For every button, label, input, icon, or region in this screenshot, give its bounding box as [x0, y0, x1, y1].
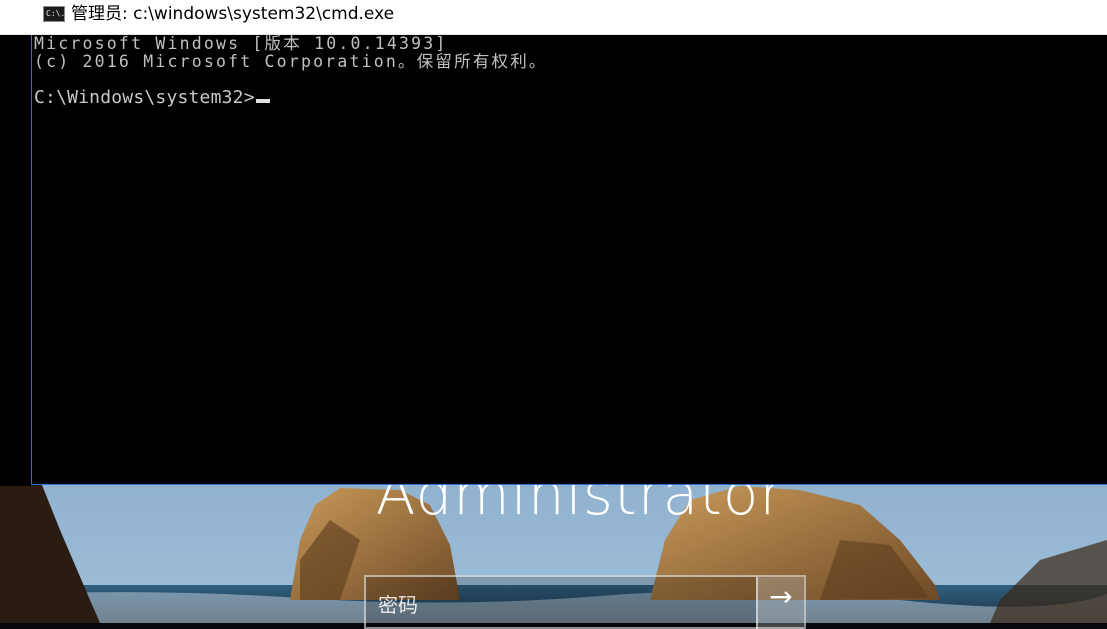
console-line: (c) 2016 Microsoft Corporation。保留所有权利。: [34, 52, 548, 71]
window-title: 管理员: c:\windows\system32\cmd.exe: [71, 4, 395, 24]
submit-button[interactable]: →: [756, 577, 804, 629]
cmd-window[interactable]: C:\. 管理员: c:\windows\system32\cmd.exe Mi…: [0, 0, 1107, 486]
console-line: Microsoft Windows [版本 10.0.14393]: [34, 34, 448, 53]
window-left-frame: [0, 35, 31, 486]
text-cursor: [255, 99, 270, 103]
command-prompt: C:\Windows\system32>: [34, 87, 255, 108]
console-output[interactable]: Microsoft Windows [版本 10.0.14393] (c) 20…: [31, 35, 1107, 485]
titlebar[interactable]: C:\. 管理员: c:\windows\system32\cmd.exe: [0, 0, 1107, 35]
password-placeholder: 密码: [378, 593, 418, 617]
cmd-app-icon[interactable]: C:\.: [43, 6, 65, 22]
arrow-right-icon: →: [769, 580, 793, 613]
password-input[interactable]: 密码 →: [364, 575, 806, 629]
command-prompt-line[interactable]: C:\Windows\system32>: [34, 89, 270, 107]
